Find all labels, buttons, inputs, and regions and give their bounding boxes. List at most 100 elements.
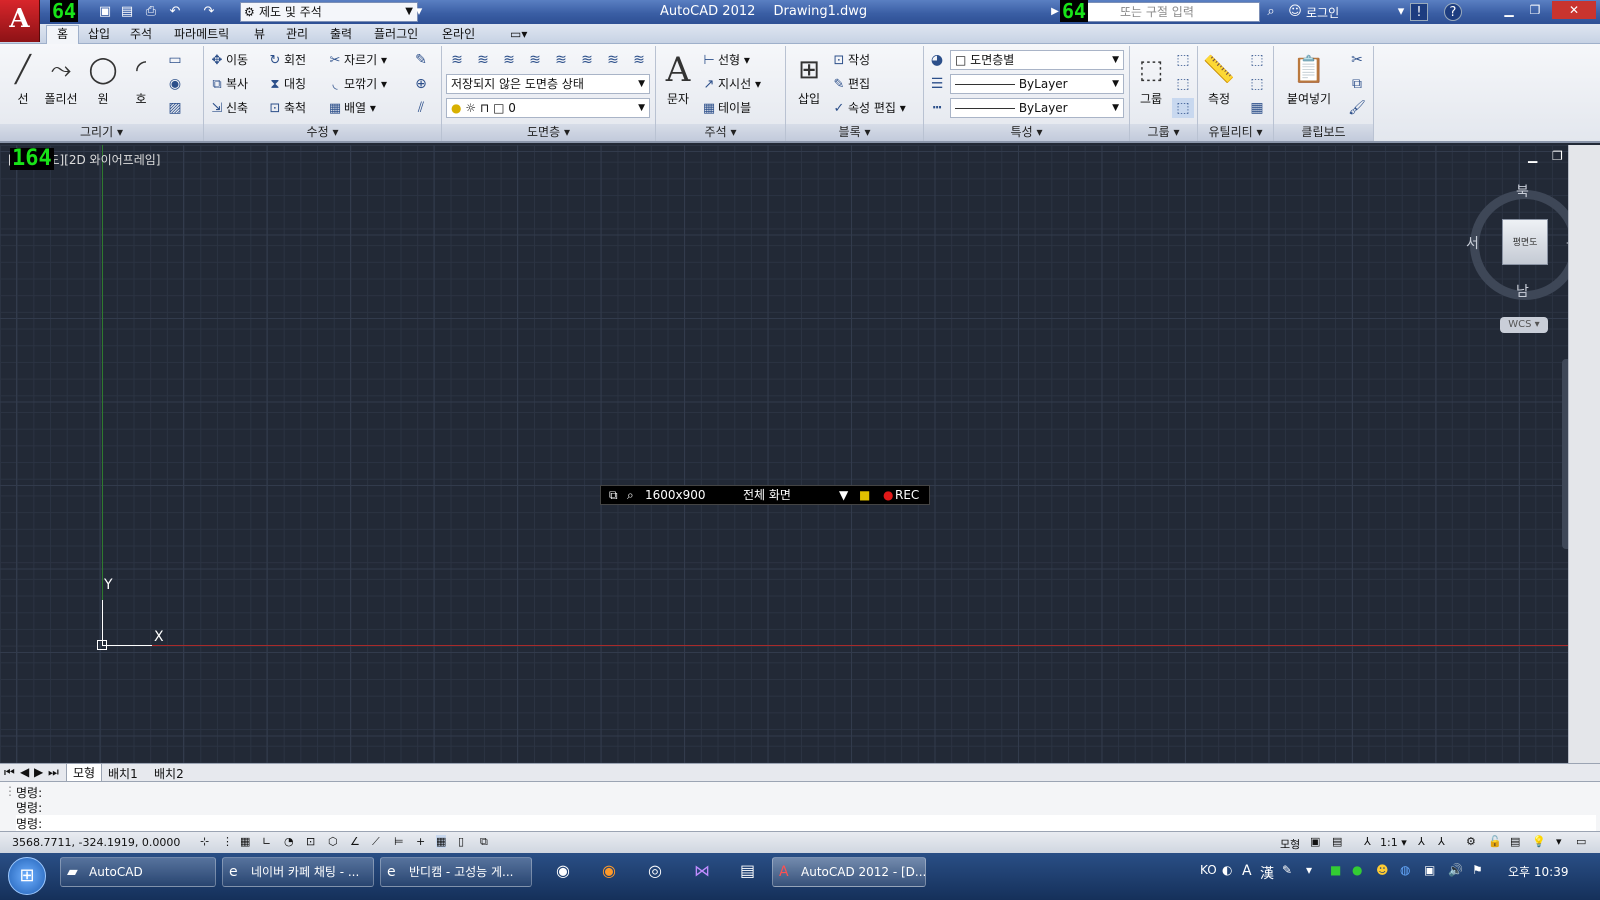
offset-icon[interactable]: ⫽ — [410, 98, 432, 118]
tab-plugins[interactable]: 플러그인 — [374, 26, 418, 42]
tray-app-icon[interactable]: ● — [1352, 863, 1362, 877]
layer-icon[interactable]: ≋ — [602, 50, 624, 70]
insert-block-tool[interactable]: ⊞ 삽입 — [790, 50, 828, 107]
group-edit-icon[interactable]: ⬚ — [1172, 74, 1194, 94]
annotation-visibility-icon[interactable]: ⅄ — [1418, 835, 1425, 848]
wcs-menu[interactable]: WCS ▾ — [1500, 317, 1548, 333]
application-menu-button[interactable]: A — [0, 0, 40, 42]
circle-tool[interactable]: ◯ 원 — [84, 50, 122, 107]
arc-tool[interactable]: ◜ 호 — [122, 50, 160, 107]
tab-view[interactable]: 뷰 — [254, 26, 265, 42]
3d-object-snap-icon[interactable]: ⬡ — [328, 835, 338, 848]
ime-mode-icon[interactable]: A — [1242, 863, 1252, 879]
linear-dimension-button[interactable]: ⊢ 선형 ▾ — [700, 50, 750, 71]
camera-icon[interactable]: ■ — [859, 486, 870, 504]
panel-clipboard-title[interactable]: 클립보드 — [1274, 124, 1373, 141]
lineweight-icon[interactable]: ☰ — [926, 74, 948, 94]
dynamic-input-icon[interactable]: ⊨ — [394, 835, 404, 848]
measure-tool[interactable]: 📏 측정 — [1200, 50, 1238, 107]
panel-block-title[interactable]: 블록 ▾ — [786, 124, 923, 141]
tab-parametric[interactable]: 파라메트릭 — [174, 26, 229, 42]
help-icon[interactable]: ? — [1444, 3, 1462, 21]
taskbar-item-autocad-folder[interactable]: ▰ AutoCAD — [60, 857, 216, 887]
ime-tool-icon[interactable]: ✎ — [1282, 863, 1292, 877]
tray-app-icon[interactable]: ■ — [1330, 863, 1341, 877]
rectangle-icon[interactable]: ▭ — [164, 50, 186, 70]
layer-properties-icon[interactable]: ≋ — [446, 50, 468, 70]
stretch-button[interactable]: ⇲ 신축 — [208, 98, 249, 119]
mirror-button[interactable]: ⧗ 대칭 — [266, 74, 306, 95]
hardware-acceleration-icon[interactable]: ▤ — [1510, 835, 1520, 848]
visual-studio-icon[interactable]: ⋈ — [694, 861, 710, 880]
taskbar-clock[interactable]: 오후 10:39 — [1508, 863, 1568, 880]
table-button[interactable]: ▦ 테이블 — [700, 98, 751, 119]
panel-annotation-title[interactable]: 주석 ▾ — [656, 124, 785, 141]
workspace-dropdown[interactable]: ⚙ 제도 및 주석 ▼ — [240, 2, 418, 22]
lineweight-toggle-icon[interactable]: + — [416, 835, 425, 848]
taskbar-item-naver-chat[interactable]: e 네이버 카페 채팅 - ... — [222, 857, 374, 887]
tab-output[interactable]: 출력 — [330, 26, 352, 42]
annotation-scale-value[interactable]: 1:1 ▾ — [1380, 836, 1407, 849]
tab-insert[interactable]: 삽입 — [88, 26, 110, 42]
last-tab-icon[interactable]: ⏭ — [48, 765, 59, 780]
layer-icon[interactable]: ≋ — [524, 50, 546, 70]
layer-icon[interactable]: ≋ — [628, 50, 650, 70]
layer-icon[interactable]: ≋ — [498, 50, 520, 70]
erase-icon[interactable]: ✎ — [410, 50, 432, 70]
panel-layers-title[interactable]: 도면층 ▾ — [442, 124, 655, 141]
quick-properties-icon[interactable]: ▯ — [458, 835, 464, 848]
polar-tracking-icon[interactable]: ◔ — [284, 835, 294, 848]
close-icon[interactable]: ✕ — [1552, 1, 1596, 19]
layer-icon[interactable]: ≋ — [472, 50, 494, 70]
grid-display-icon[interactable]: ▦ — [240, 835, 250, 848]
rec-button[interactable]: REC — [895, 486, 919, 504]
create-block-button[interactable]: ⊡ 작성 — [830, 50, 871, 71]
color-wheel-icon[interactable]: ◕ — [926, 50, 948, 70]
toolbar-lock-icon[interactable]: 🔓 — [1488, 835, 1502, 848]
quick-select-icon[interactable]: ⬚ — [1246, 50, 1268, 70]
quick-view-drawings-icon[interactable]: ▤ — [1332, 835, 1342, 848]
current-layer-dropdown[interactable]: ● ☼ ⊓ □ 0 ▼ — [446, 98, 650, 118]
quick-access-menu-icon[interactable]: ▾ — [410, 3, 428, 21]
linetype-dropdown[interactable]: ByLayer ▼ — [950, 98, 1124, 118]
trim-button[interactable]: ✂ 자르기 ▾ — [326, 50, 387, 71]
workspace-switching-icon[interactable]: ⚙ — [1466, 835, 1476, 848]
quick-view-layouts-icon[interactable]: ▣ — [1310, 835, 1320, 848]
rotate-button[interactable]: ↻ 회전 — [266, 50, 307, 71]
tab-online[interactable]: 온라인 — [442, 26, 475, 42]
isolate-objects-icon[interactable]: 💡 — [1532, 835, 1546, 848]
status-menu-icon[interactable]: ▾ — [1556, 835, 1562, 848]
layer-state-dropdown[interactable]: 저장되지 않은 도면층 상태 ▼ — [446, 74, 650, 94]
tab-layout2[interactable]: 배치2 — [154, 765, 184, 782]
save-as-icon[interactable]: ▤ — [118, 3, 136, 21]
viewcube-north[interactable]: 북 — [1516, 181, 1529, 201]
object-snap-tracking-icon[interactable]: ∠ — [350, 835, 360, 848]
fillet-button[interactable]: ◟ 모깎기 ▾ — [326, 74, 387, 95]
volume-icon[interactable]: 🔊 — [1448, 863, 1463, 877]
text-tool[interactable]: A 문자 — [662, 50, 694, 107]
taskbar-item-autocad-2012[interactable]: A AutoCAD 2012 - [D... — [772, 857, 926, 887]
magnifier-icon[interactable]: ⌕ — [627, 486, 634, 504]
chevron-down-icon[interactable]: ▾ — [1392, 3, 1410, 21]
firefox-icon[interactable]: ◉ — [602, 861, 616, 880]
viewcube-west[interactable]: 서 — [1466, 233, 1479, 253]
command-line[interactable]: ⋮ 명령: 명령: 명령: — [0, 781, 1600, 831]
leader-button[interactable]: ↗ 지시선 ▾ — [700, 74, 761, 95]
group-tool[interactable]: ⬚ 그룹 — [1132, 50, 1170, 107]
viewcube-south[interactable]: 남 — [1516, 281, 1529, 301]
viewport-minimize-icon[interactable]: ▁ — [1528, 149, 1537, 163]
minimize-icon[interactable]: ▁ — [1496, 1, 1522, 19]
ortho-mode-icon[interactable]: ∟ — [262, 835, 271, 848]
tab-annotate[interactable]: 주석 — [130, 26, 152, 42]
infer-constraints-icon[interactable]: ⊹ — [200, 835, 209, 848]
tab-layout1[interactable]: 배치1 — [108, 765, 138, 782]
scale-button[interactable]: ⊡ 축척 — [266, 98, 307, 119]
recorder-mode[interactable]: 전체 화면 — [743, 486, 791, 504]
ime-icon[interactable]: ◐ — [1222, 863, 1232, 877]
hatch-icon[interactable]: ▨ — [164, 98, 186, 118]
annotation-scale-icon[interactable]: ⅄ — [1364, 835, 1371, 848]
command-input[interactable]: 명령: — [16, 815, 1596, 831]
panel-properties-title[interactable]: 특성 ▾ — [924, 124, 1129, 141]
grip-icon[interactable]: ⋮ — [4, 784, 16, 798]
edit-attributes-button[interactable]: ✓ 속성 편집 ▾ — [830, 98, 906, 119]
